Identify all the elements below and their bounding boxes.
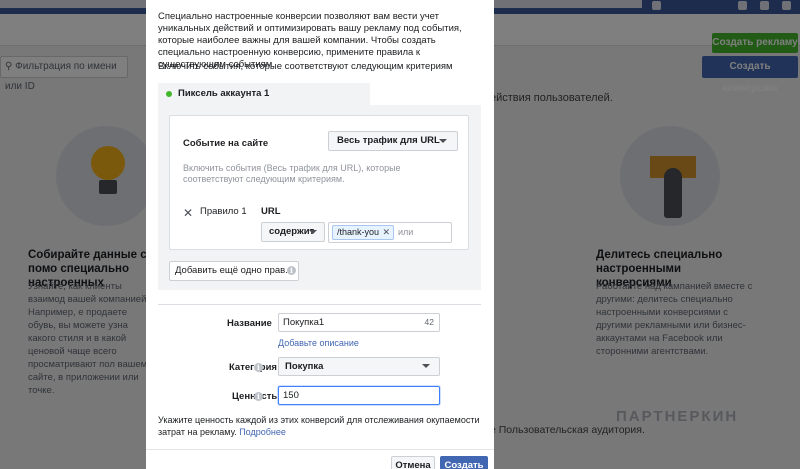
pixel-tab[interactable]: Пиксель аккаунта 1 (158, 83, 370, 105)
chevron-down-icon (439, 139, 447, 143)
category-select[interactable]: Покупка (278, 357, 440, 376)
cancel-button[interactable]: Отмена (391, 456, 435, 469)
operator-select[interactable]: содержит (261, 222, 325, 242)
rule-label: Правило 1 (200, 206, 247, 217)
url-tag-text: /thank-you (337, 227, 380, 237)
value-note-text: Укажите ценность каждой из этих конверси… (158, 415, 480, 437)
chevron-down-icon (309, 230, 317, 234)
url-tag-input[interactable]: /thank-you ✕ или (328, 222, 452, 243)
add-rule-button[interactable]: Добавить ещё одно прав... (169, 261, 300, 281)
section-divider (158, 304, 481, 305)
value-note: Укажите ценность каждой из этих конверси… (158, 414, 484, 438)
learn-more-link[interactable]: Подробнее (239, 427, 286, 437)
category-select-value: Покупка (285, 361, 324, 372)
event-label: Событие на сайте (183, 138, 269, 149)
chevron-down-icon (422, 364, 430, 368)
info-icon[interactable]: i (287, 266, 296, 275)
pixel-name: Пиксель аккаунта 1 (178, 88, 270, 99)
rules-panel: Событие на сайте Весь трафик для URL Вкл… (158, 105, 481, 290)
include-events-label: Включить события, которые соответствуют … (158, 61, 453, 72)
add-description-link[interactable]: Добавьте описание (278, 338, 359, 348)
info-icon[interactable]: i (254, 392, 263, 401)
event-select-value: Весь трафик для URL (337, 135, 440, 146)
or-placeholder: или (398, 227, 414, 237)
remove-tag-icon[interactable]: ✕ (382, 226, 390, 239)
name-label: Название (227, 318, 272, 329)
name-input-value: Покупка1 (283, 317, 325, 328)
event-select[interactable]: Весь трафик для URL (328, 131, 458, 151)
category-label: Категория (229, 362, 277, 373)
create-button[interactable]: Создать (440, 456, 488, 469)
char-count: 42 (424, 317, 434, 327)
value-input[interactable]: 150 (278, 386, 440, 405)
create-conversion-dialog: Специально настроенные конверсии позволя… (146, 0, 494, 469)
name-input[interactable]: Покупка1 42 (278, 313, 440, 332)
operator-select-value: содержит (269, 226, 315, 237)
close-icon[interactable]: ✕ (183, 207, 193, 219)
footer-divider (146, 449, 494, 450)
pixel-status-dot (166, 91, 172, 97)
event-hint-text: Включить события (Весь трафик для URL), … (183, 163, 401, 184)
url-label: URL (261, 206, 281, 217)
info-icon[interactable]: i (254, 363, 263, 372)
rule-card: Событие на сайте Весь трафик для URL Вкл… (169, 115, 469, 250)
url-tag: /thank-you ✕ (332, 225, 395, 240)
